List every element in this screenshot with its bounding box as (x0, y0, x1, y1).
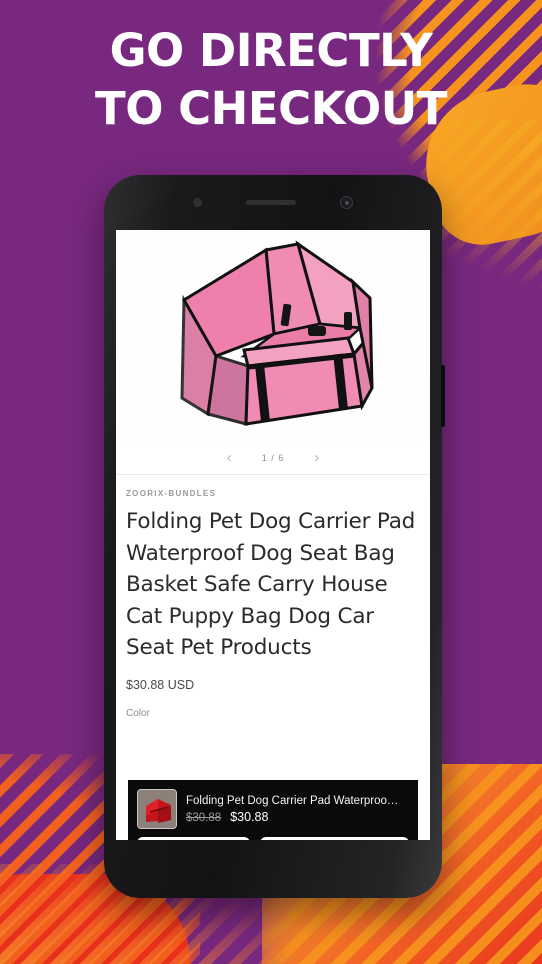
sticky-product-title: Folding Pet Dog Carrier Pad Waterproo… (186, 794, 399, 807)
power-button[interactable] (441, 365, 445, 427)
product-thumbnail[interactable] (137, 789, 177, 829)
product-vendor: ZOORIX-BUNDLES (126, 489, 217, 498)
product-price: $30.88 USD (126, 677, 195, 692)
product-image-pink-carrier (148, 238, 398, 434)
decorative-stripes-top-right-secondary (442, 120, 542, 290)
front-camera-icon (340, 196, 353, 209)
earpiece-speaker-icon (246, 200, 296, 205)
phone-screen: ‹ 1 / 6 › ZOORIX-BUNDLES Folding Pet Dog… (116, 230, 430, 840)
gallery-prev-icon[interactable]: ‹ (227, 450, 232, 465)
gallery-counter: 1 / 6 (261, 452, 285, 463)
product-gallery[interactable] (116, 230, 430, 441)
phone-mockup: ‹ 1 / 6 › ZOORIX-BUNDLES Folding Pet Dog… (104, 175, 445, 898)
country-select[interactable]: Australia ▾ (260, 837, 409, 840)
sticky-price-original: $30.88 (186, 811, 222, 824)
sticky-product-summary: Folding Pet Dog Carrier Pad Waterproo… $… (137, 788, 409, 830)
sticky-prices: $30.88 $30.88 (186, 810, 409, 824)
headline-line-1: GO DIRECTLY (109, 24, 433, 77)
color-select[interactable]: Pink ▾ (137, 837, 250, 840)
sticky-selects-row: Pink ▾ Australia ▾ (137, 837, 409, 840)
sticky-buy-bar: Folding Pet Dog Carrier Pad Waterproo… $… (128, 780, 418, 840)
phone-top-bezel (104, 175, 442, 230)
sticky-price-current: $30.88 (230, 809, 269, 824)
gallery-next-icon[interactable]: › (314, 450, 319, 465)
promo-banner: GO DIRECTLY TO CHECKOUT ‹ 1 / 6 › ZOORIX… (0, 0, 542, 964)
promo-headline: GO DIRECTLY TO CHECKOUT (0, 22, 542, 137)
proximity-sensor-icon (193, 198, 202, 207)
product-info: ZOORIX-BUNDLES Folding Pet Dog Carrier P… (116, 475, 430, 719)
headline-line-2: TO CHECKOUT (95, 81, 447, 135)
sticky-product-meta: Folding Pet Dog Carrier Pad Waterproo… $… (186, 795, 409, 824)
gallery-pager: ‹ 1 / 6 › (116, 441, 430, 475)
option-label-color: Color (126, 707, 150, 719)
product-title: Folding Pet Dog Carrier Pad Waterproof D… (126, 509, 416, 661)
